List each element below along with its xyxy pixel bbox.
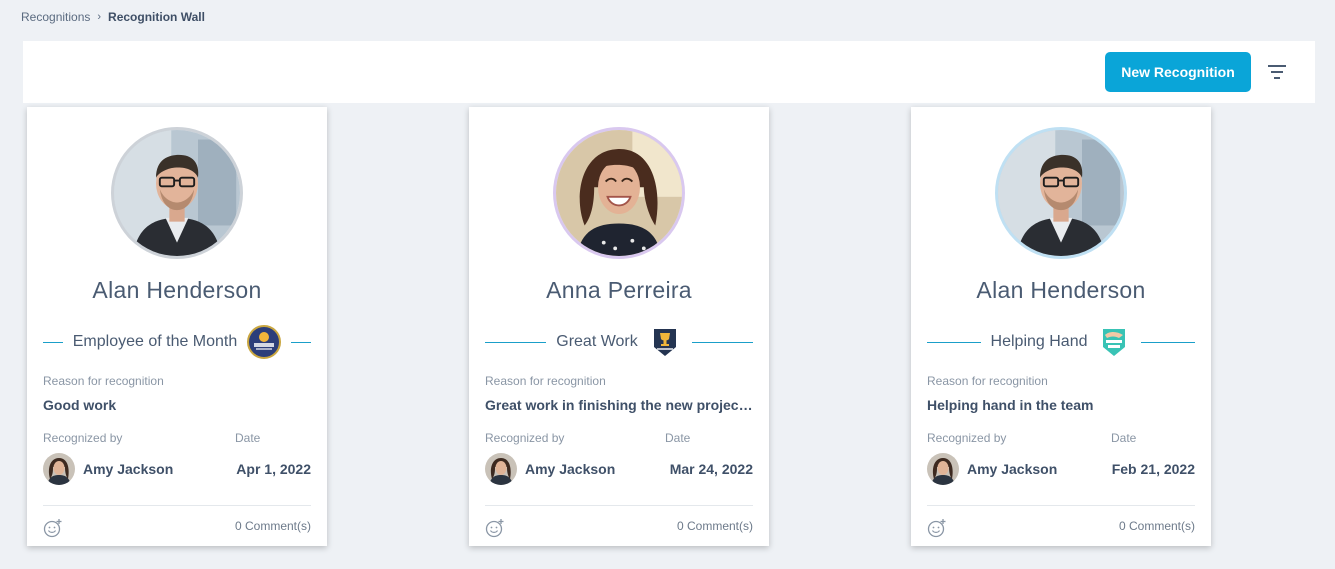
- recipient-avatar: [995, 127, 1127, 259]
- breadcrumb: Recognitions › Recognition Wall: [21, 10, 205, 24]
- recognized-by-label: Recognized by: [485, 431, 565, 445]
- badge-row: Great Work: [485, 325, 753, 359]
- date-value: Feb 21, 2022: [1111, 461, 1195, 477]
- badge-divider-right: [291, 341, 312, 343]
- reason-label: Reason for recognition: [927, 374, 1048, 388]
- badge-row: Employee of the Month: [43, 325, 312, 359]
- add-reaction-icon[interactable]: [485, 518, 505, 538]
- date-label: Date: [1111, 431, 1137, 445]
- recognizer-name: Amy Jackson: [967, 461, 1058, 477]
- recognized-by-label: Recognized by: [927, 431, 1007, 445]
- badge-label: Great Work: [556, 333, 638, 350]
- date-label: Date: [235, 431, 261, 445]
- badge-label: Employee of the Month: [72, 333, 238, 350]
- reason-value: Helping hand in the team: [927, 397, 1094, 413]
- recipient-avatar: [553, 127, 685, 259]
- badge-divider-right: [1141, 341, 1196, 343]
- reason-label: Reason for recognition: [43, 374, 164, 388]
- card-divider: [927, 505, 1195, 506]
- reason-value: Great work in finishing the new project!…: [485, 397, 753, 413]
- filter-icon[interactable]: [1265, 61, 1289, 83]
- card-divider: [43, 505, 311, 506]
- badge-divider-left: [927, 341, 981, 343]
- employee-of-month-badge-icon: [247, 325, 282, 359]
- recognized-by-label: Recognized by: [43, 431, 123, 445]
- recipient-name: Anna Perreira: [546, 277, 692, 303]
- recipient-avatar: [111, 127, 243, 259]
- recognizer-avatar: [927, 453, 959, 485]
- recipient-name: Alan Henderson: [976, 277, 1146, 303]
- badge-divider-right: [691, 341, 753, 343]
- add-reaction-icon[interactable]: [43, 518, 63, 538]
- great-work-badge-icon: [653, 329, 676, 356]
- add-reaction-icon[interactable]: [927, 518, 947, 538]
- recognizer[interactable]: Amy Jackson: [43, 453, 173, 485]
- recognition-card[interactable]: Alan Henderson Helping Hand Reason for r…: [911, 107, 1211, 546]
- recognizer[interactable]: Amy Jackson: [927, 453, 1057, 485]
- date-value: Mar 24, 2022: [669, 461, 753, 477]
- reason-label: Reason for recognition: [485, 374, 606, 388]
- recipient-name: Alan Henderson: [92, 277, 262, 303]
- helping-hand-badge-icon: [1103, 329, 1126, 356]
- recognizer-avatar: [485, 453, 517, 485]
- badge-divider-left: [43, 341, 63, 343]
- toolbar: New Recognition: [23, 41, 1315, 103]
- badge-label: Helping Hand: [990, 333, 1088, 350]
- badge-row: Helping Hand: [927, 325, 1196, 359]
- breadcrumb-current-page: Recognition Wall: [108, 10, 205, 24]
- recognition-card[interactable]: Alan Henderson Employee of the Month Rea…: [27, 107, 327, 546]
- comments-link[interactable]: 0 Comment(s): [677, 519, 753, 533]
- recognizer-name: Amy Jackson: [83, 461, 174, 477]
- recognizer-avatar: [43, 453, 75, 485]
- date-value: Apr 1, 2022: [236, 461, 311, 477]
- breadcrumb-separator: ›: [97, 11, 102, 23]
- comments-link[interactable]: 0 Comment(s): [1119, 519, 1195, 533]
- comments-link[interactable]: 0 Comment(s): [235, 519, 311, 533]
- reason-value: Good work: [43, 397, 117, 413]
- badge-divider-left: [485, 341, 547, 343]
- recognizer[interactable]: Amy Jackson: [485, 453, 615, 485]
- new-recognition-button[interactable]: New Recognition: [1105, 52, 1251, 92]
- date-label: Date: [665, 431, 691, 445]
- breadcrumb-recognitions-link[interactable]: Recognitions: [21, 10, 90, 24]
- card-divider: [485, 505, 753, 506]
- recognizer-name: Amy Jackson: [525, 461, 616, 477]
- recognition-card[interactable]: Anna Perreira Great Work Reason for reco…: [469, 107, 769, 546]
